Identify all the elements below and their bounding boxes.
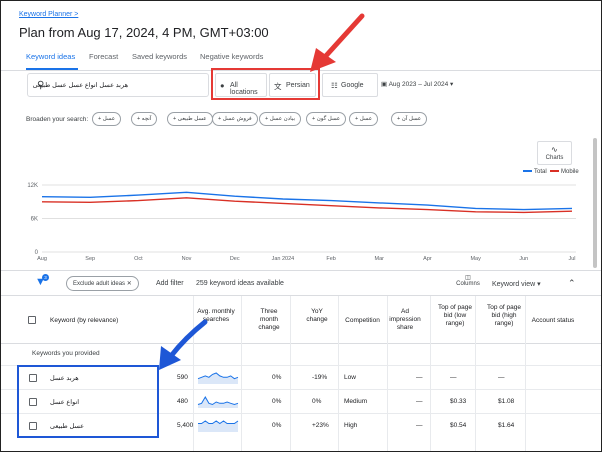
col-competition[interactable]: Competition xyxy=(340,317,385,325)
broaden-chip[interactable]: + عسل طبیعی xyxy=(167,112,213,126)
broaden-chip[interactable]: + عسل xyxy=(349,112,379,126)
yoy-cell: +23% xyxy=(312,422,329,429)
scrollbar[interactable] xyxy=(593,138,597,268)
bid-low-cell: $0.33 xyxy=(450,398,467,405)
page-title: Plan from Aug 17, 2024, 4 PM, GMT+03:00 xyxy=(19,25,269,40)
bid-high-cell: — xyxy=(498,374,505,381)
calendar-icon: ▣ xyxy=(381,81,389,88)
x-tick-label: Feb xyxy=(326,256,335,262)
col-account-status[interactable]: Account status xyxy=(528,317,578,325)
competition-cell: Low xyxy=(344,374,356,381)
avg-searches-cell: 480 xyxy=(177,398,188,405)
ad-impression-cell: — xyxy=(416,422,423,429)
x-tick-label: Jul xyxy=(568,256,575,262)
filter-bar: ▼ 3 Exclude adult ideas ✕ Add filter 259… xyxy=(0,270,602,296)
broaden-chip[interactable]: + عسل آن xyxy=(391,112,428,126)
broaden-chip[interactable]: + عسل xyxy=(92,112,122,126)
bid-low-cell: — xyxy=(450,374,457,381)
trend-sparkline xyxy=(197,372,239,384)
keyword-count: 259 keyword ideas available xyxy=(196,280,284,287)
y-tick-label: 6K xyxy=(31,217,38,223)
ad-impression-cell: — xyxy=(416,398,423,405)
add-filter-button[interactable]: Add filter xyxy=(156,280,184,287)
charts-button-label: Charts xyxy=(545,155,564,161)
close-icon[interactable]: ✕ xyxy=(127,281,132,287)
x-tick-label: Dec xyxy=(230,256,240,262)
broaden-chip[interactable]: + فروش عسل xyxy=(212,112,258,126)
bid-low-cell: $0.54 xyxy=(450,422,467,429)
highlight-box-blue xyxy=(17,365,159,438)
col-ad-impression-share[interactable]: Ad impression share xyxy=(388,308,422,332)
search-query: هربد عسل انواع عسل عسل طبیعی xyxy=(32,82,128,89)
charts-button[interactable]: ∿ Charts xyxy=(537,141,572,165)
filter-count-badge: 3 xyxy=(42,274,49,281)
tab-keyword-ideas[interactable]: Keyword ideas xyxy=(26,52,75,61)
date-range-selector[interactable]: ▣ Aug 2023 – Jul 2024 ▾ xyxy=(381,80,453,88)
col-three-month-change[interactable]: Three month change xyxy=(252,308,286,332)
x-tick-label: Jun xyxy=(519,256,528,262)
three-month-cell: 0% xyxy=(272,398,282,405)
tab-forecast[interactable]: Forecast xyxy=(89,52,118,61)
yoy-cell: 0% xyxy=(312,398,322,405)
tab-negative-keywords[interactable]: Negative keywords xyxy=(200,52,263,61)
col-bid-low[interactable]: Top of page bid (low range) xyxy=(438,304,472,328)
tab-saved-keywords[interactable]: Saved keywords xyxy=(132,52,187,61)
active-tab-indicator xyxy=(26,68,78,70)
x-tick-label: Apr xyxy=(423,256,432,262)
table-header: Keyword (by relevance) Avg. monthly sear… xyxy=(0,296,602,344)
three-month-cell: 0% xyxy=(272,422,282,429)
broaden-chip[interactable]: + بیادن عسل xyxy=(259,112,301,126)
select-all-checkbox[interactable] xyxy=(28,316,36,324)
blue-arrow-annotation xyxy=(159,319,208,370)
x-tick-label: Oct xyxy=(134,256,143,262)
keyword-search-input[interactable]: ⚲ هربد عسل انواع عسل عسل طبیعی xyxy=(27,73,209,97)
ad-impression-cell: — xyxy=(416,374,423,381)
line-chart-icon: ∿ xyxy=(551,145,558,154)
x-tick-label: Sep xyxy=(85,256,95,262)
three-month-cell: 0% xyxy=(272,374,282,381)
col-keyword[interactable]: Keyword (by relevance) xyxy=(50,317,118,325)
competition-cell: High xyxy=(344,422,358,429)
x-tick-label: Aug xyxy=(37,256,47,262)
search-volume-chart: 06K12KAug Sep Oct Nov Dec Jan 2024 Feb Mar Apr Ma… xyxy=(27,183,576,262)
section-label: Keywords you provided xyxy=(32,350,100,357)
network-icon: ☷ xyxy=(331,81,338,90)
trend-sparkline xyxy=(197,396,239,408)
x-tick-label: May xyxy=(470,256,481,262)
avg-searches-cell: 590 xyxy=(177,374,188,381)
broaden-chip[interactable]: + عسل گون xyxy=(306,112,347,126)
x-tick-label: Mar xyxy=(375,256,385,262)
col-yoy-change[interactable]: YoY change xyxy=(300,308,334,324)
breadcrumb[interactable]: Keyword Planner > xyxy=(19,11,78,18)
chevron-down-icon: ▾ xyxy=(448,81,454,88)
broaden-label: Broaden your search: xyxy=(26,116,89,123)
bid-high-cell: $1.64 xyxy=(498,422,515,429)
keyword-view-dropdown[interactable]: Keyword view ▾ xyxy=(492,280,541,288)
yoy-cell: -19% xyxy=(312,374,328,381)
competition-cell: Medium xyxy=(344,398,368,405)
y-tick-label: 12K xyxy=(27,183,38,189)
bid-high-cell: $1.08 xyxy=(498,398,515,405)
x-tick-label: Jan 2024 xyxy=(272,256,295,262)
x-tick-label: Nov xyxy=(182,256,192,262)
columns-button[interactable]: ◫ Columns xyxy=(456,274,480,287)
col-bid-high[interactable]: Top of page bid (high range) xyxy=(485,304,523,328)
avg-searches-cell: 5,400 xyxy=(177,422,194,429)
date-range-label: Aug 2023 – Jul 2024 xyxy=(388,81,449,88)
chevron-up-icon[interactable]: ⌃ xyxy=(568,278,576,289)
trend-sparkline xyxy=(198,420,239,432)
broaden-chip[interactable]: + آنچه xyxy=(131,112,158,126)
network-button[interactable]: ☷ Google xyxy=(322,73,378,97)
network-label: Google xyxy=(341,82,364,89)
exclude-adult-chip[interactable]: Exclude adult ideas ✕ xyxy=(66,276,139,291)
red-arrow-annotation xyxy=(310,13,365,72)
